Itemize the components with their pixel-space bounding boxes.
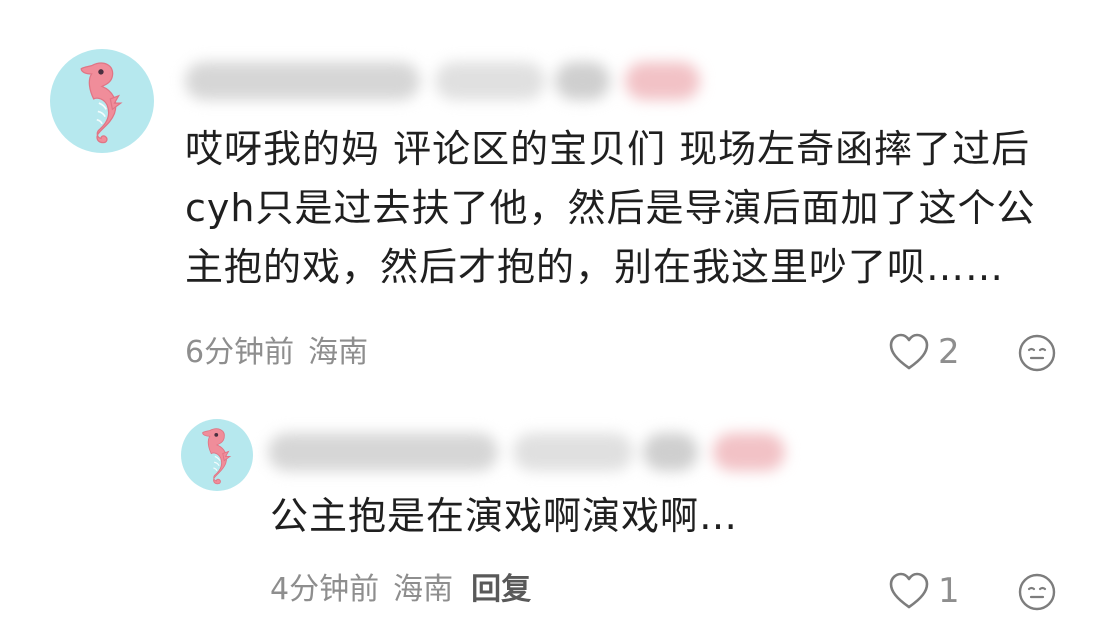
comment-line: 主抱的戏，然后才抱的，别在我这里吵了呗…… [185,245,1005,289]
seahorse-icon [80,62,123,144]
reply-user-avatar[interactable] [181,419,253,491]
neutral-face-icon [1018,334,1056,372]
reply-meta: 4分钟前 海南 回复 [270,570,531,610]
user-avatar[interactable] [50,49,154,153]
seahorse-icon [202,428,232,485]
comment-line: cyh只是过去扶了他，然后是导演后面加了这个公 [185,186,1036,230]
like-count: 2 [938,332,960,372]
reply-body: 公主抱是在演戏啊演戏啊… [270,487,738,546]
like-button[interactable]: 2 [888,332,960,372]
heart-outline-icon [889,333,929,370]
comment-line: 公主抱是在演戏啊演戏啊… [270,494,739,538]
username-redacted [185,62,705,100]
comment-location: 海南 [393,572,454,607]
comment-time: 6分钟前 [185,335,295,370]
comment-meta: 6分钟前 海南 [185,333,368,373]
react-button[interactable] [1017,572,1057,616]
comment-thread: 哎呀我的妈 评论区的宝贝们 现场左奇函摔了过后 cyh只是过去扶了他，然后是导演… [0,0,1120,635]
neutral-face-icon [1018,573,1056,611]
comment-location: 海南 [308,335,369,370]
reply-button[interactable]: 回复 [471,572,531,607]
reply-username-redacted [268,433,788,471]
like-count: 1 [938,571,960,611]
react-button[interactable] [1017,333,1057,377]
comment-body: 哎呀我的妈 评论区的宝贝们 现场左奇函摔了过后 cyh只是过去扶了他，然后是导演… [185,120,1035,297]
comment-time: 4分钟前 [270,572,380,607]
heart-outline-icon [889,572,929,609]
comment-line: 哎呀我的妈 评论区的宝贝们 现场左奇函摔了过后 [185,127,1031,171]
like-button[interactable]: 1 [888,571,960,611]
